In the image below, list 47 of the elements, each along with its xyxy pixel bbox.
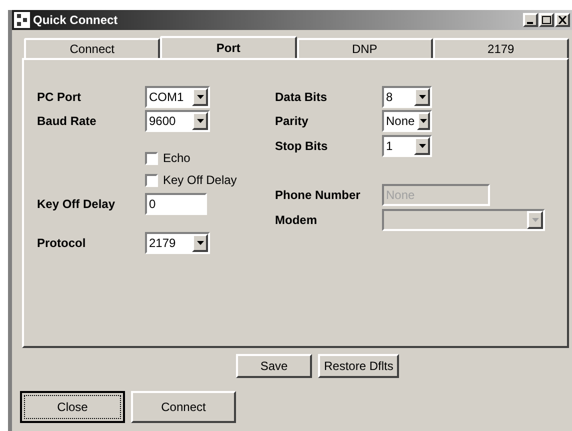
panel-button[interactable]: Save [236,354,312,378]
field-label: Key Off Delay [37,196,116,213]
dropdown-button[interactable] [414,88,430,106]
field-label: Baud Rate [37,113,98,130]
dropdown-field[interactable]: 1 [382,135,432,157]
dropdown-button[interactable] [192,234,208,252]
dropdown-button[interactable] [416,112,430,130]
checkbox[interactable] [145,152,158,164]
field-label: Phone Number [275,187,362,204]
dialog-button[interactable]: Close [20,391,125,423]
app-icon [14,12,30,28]
field-label: Stop Bits [275,138,329,155]
field-label: Protocol [37,235,87,252]
field-label: Data Bits [275,89,328,106]
panel-button[interactable]: Restore Dflts [318,354,400,378]
caret-icon [418,95,426,99]
dropdown-button[interactable] [192,88,208,106]
field-label: PC Port [37,89,82,106]
dropdown-field[interactable]: 2179 [145,232,210,254]
caret-icon [532,218,538,222]
minimize-button[interactable] [523,13,538,27]
tab[interactable]: DNP [296,38,433,58]
text-field[interactable]: 0 [145,193,207,215]
caret-icon [196,119,204,123]
dropdown-field[interactable]: COM1 [145,86,210,108]
maximize-button[interactable] [539,13,554,27]
window-title: Quick Connect [33,12,118,29]
checkbox[interactable] [145,174,158,186]
dropdown-field[interactable]: None [382,110,432,132]
close-button[interactable] [555,13,570,27]
dropdown-button[interactable] [414,137,430,155]
checkbox-label: Echo [163,150,190,167]
dialog-button[interactable]: Connect [131,391,236,423]
field-label: Modem [275,212,318,229]
caret-icon [418,144,426,148]
field-label: Parity [275,113,310,130]
dropdown-field[interactable]: 9600 [145,110,210,132]
close-icon [558,16,567,24]
caret-icon [420,119,427,123]
caret-icon [196,95,204,99]
caret-icon [196,241,204,245]
checkbox-label: Key Off Delay [163,172,237,189]
maximize-icon [542,16,551,24]
tab[interactable]: 2179 [432,38,569,58]
tab[interactable]: Port [160,36,296,58]
dropdown-button[interactable] [192,112,208,130]
dropdown-field[interactable]: 8 [382,86,432,108]
